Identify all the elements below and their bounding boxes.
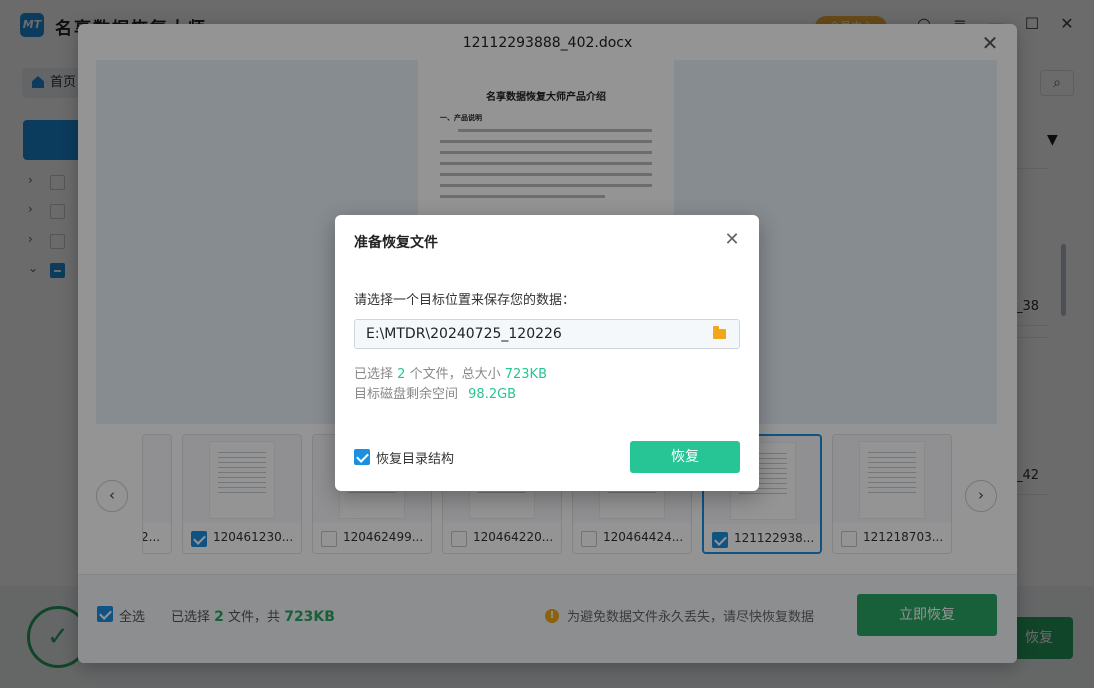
selected-size: 723KB — [504, 367, 547, 382]
free-space-label: 目标磁盘剩余空间 — [354, 387, 459, 402]
folder-icon[interactable] — [713, 326, 726, 339]
free-space-value: 98.2GB — [468, 387, 517, 402]
keep-structure-checkbox[interactable] — [354, 449, 370, 465]
prepare-recovery-dialog: 准备恢复文件 ✕ 请选择一个目标位置来保存您的数据： E:\MTDR\20240… — [335, 215, 759, 491]
save-path-value: E:\MTDR\20240725_120226 — [366, 326, 562, 342]
keep-structure-label[interactable]: 恢复目录结构 — [376, 448, 454, 467]
save-path-field[interactable]: E:\MTDR\20240725_120226 — [354, 319, 740, 349]
free-space-info: 目标磁盘剩余空间 98.2GB — [354, 383, 516, 402]
dialog-prompt: 请选择一个目标位置来保存您的数据： — [354, 293, 576, 308]
selected-files-info: 已选择 2 个文件，总大小 723KB — [354, 363, 547, 382]
recover-button[interactable]: 恢复 — [630, 441, 740, 473]
close-icon[interactable]: ✕ — [722, 230, 742, 250]
selected-prefix: 已选择 — [354, 367, 394, 382]
dialog-title: 准备恢复文件 — [354, 235, 438, 251]
selected-mid: 个文件，总大小 — [409, 367, 501, 382]
selected-count: 2 — [397, 367, 406, 382]
